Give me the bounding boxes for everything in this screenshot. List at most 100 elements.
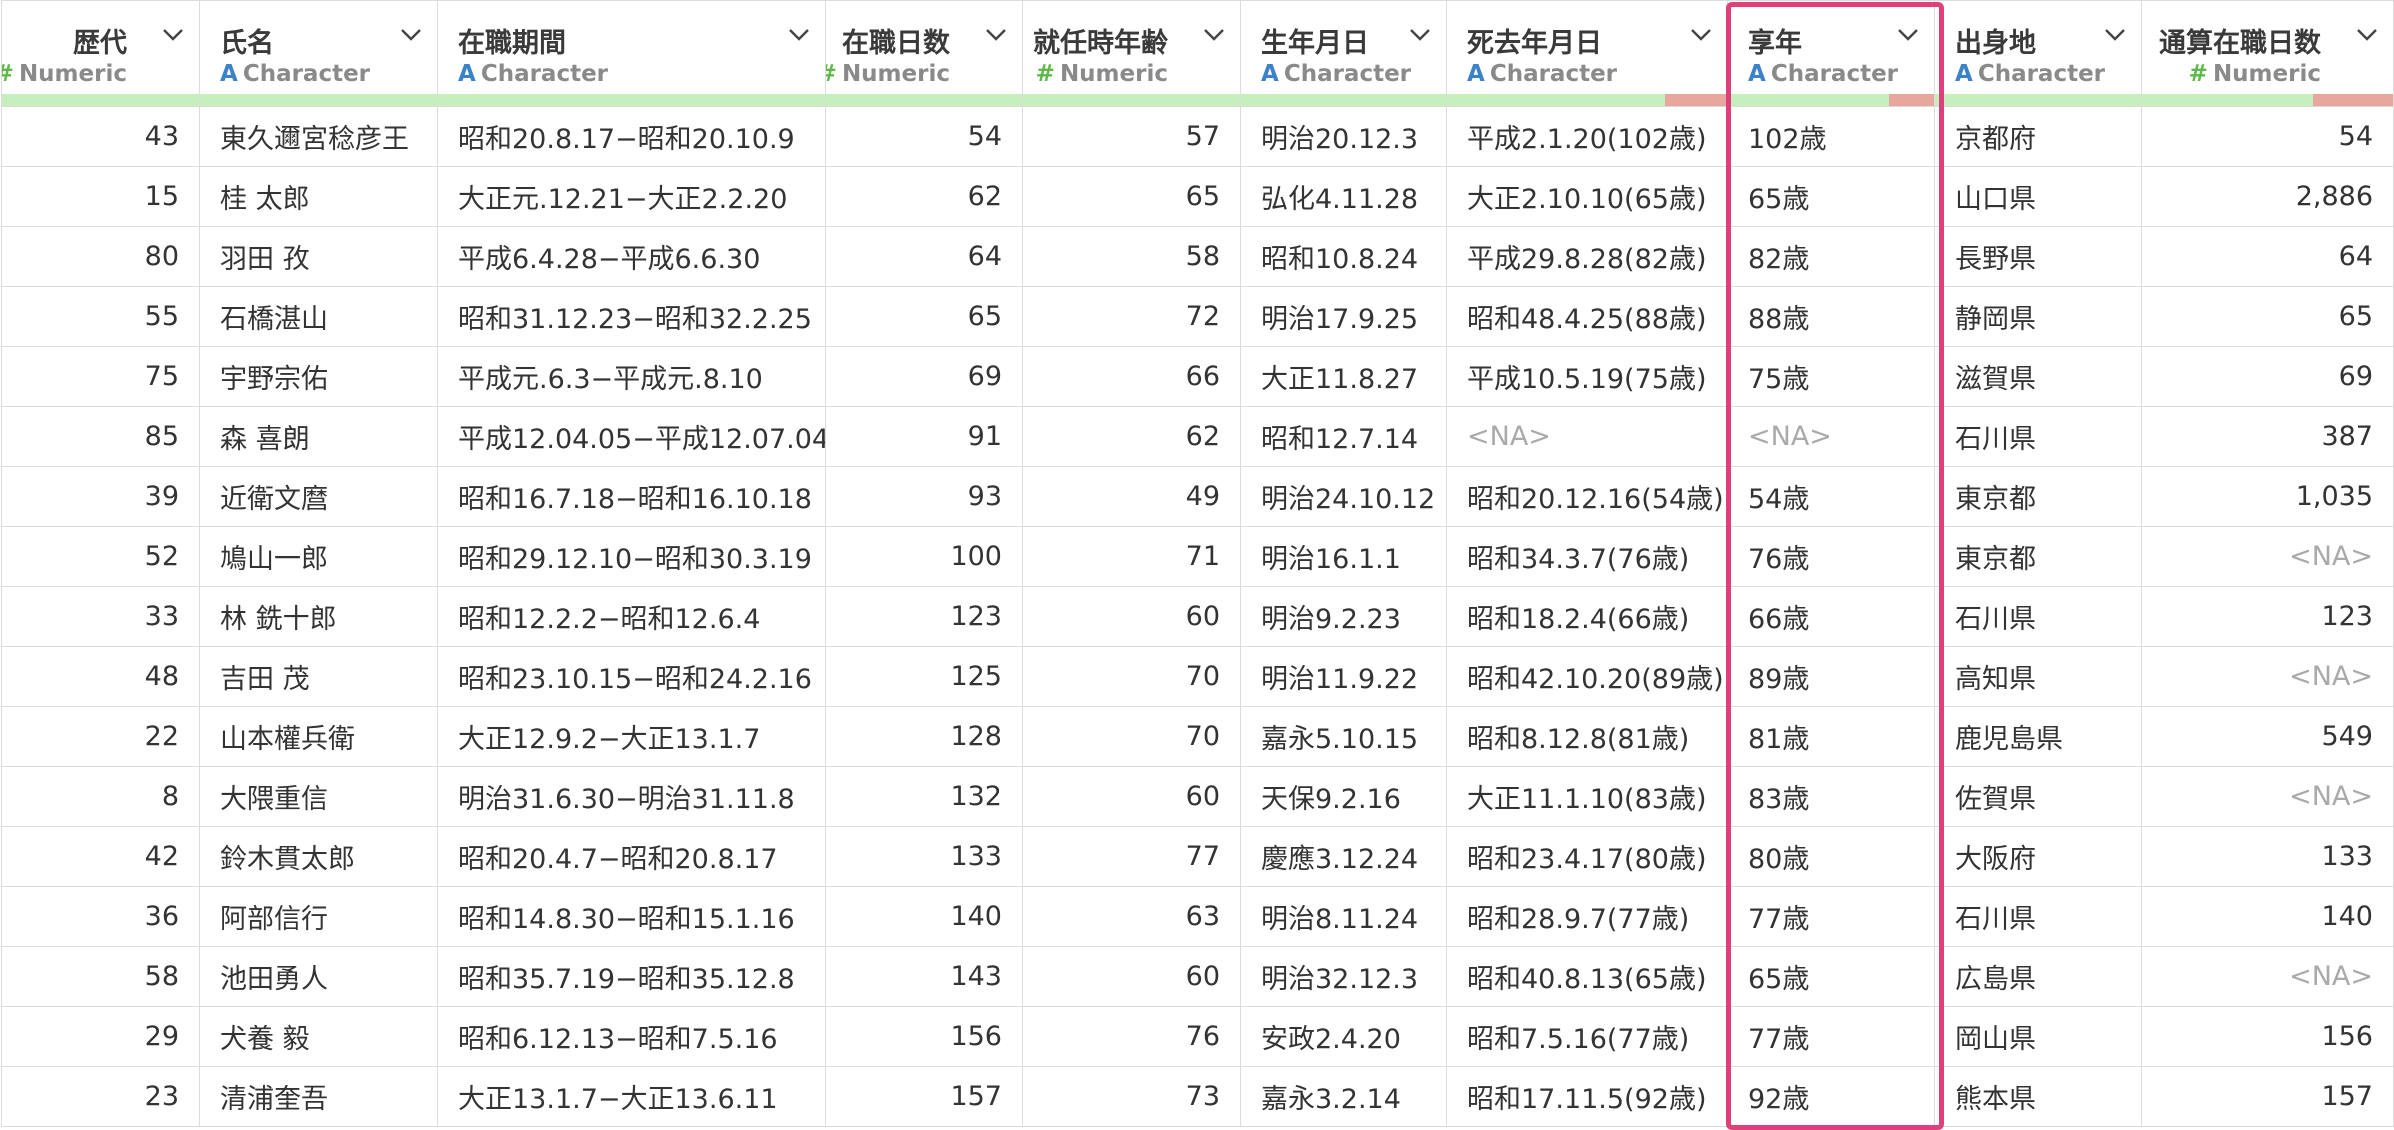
table-row[interactable]: 42 鈴木貫太郎 昭和20.4.7−昭和20.8.17 133 77 慶應3.12.24 昭… <box>1 826 2394 887</box>
table-row[interactable]: 85 森 喜朗 平成12.04.05−平成12.07.04 91 62 昭和12.7.14… <box>1 406 2394 467</box>
cell-zaishoku-nissu[interactable]: 91 <box>825 406 1023 467</box>
cell-seinengappi[interactable]: 慶應3.12.24 <box>1240 826 1447 887</box>
cell-shuunin-nenrei[interactable]: 62 <box>1022 406 1241 467</box>
cell-zaishoku-nissu[interactable]: 93 <box>825 466 1023 527</box>
cell-shuunin-nenrei[interactable]: 70 <box>1022 706 1241 767</box>
cell-shikyo-nengappi[interactable]: 昭和48.4.25(88歳) <box>1446 286 1728 347</box>
cell-kyounen[interactable]: 83歳 <box>1727 766 1935 827</box>
cell-rekidai[interactable]: 29 <box>1 1006 200 1067</box>
column-header-shuunin-nenrei[interactable]: 就任時年齢 # Numeric <box>1022 0 1241 107</box>
cell-shuunin-nenrei[interactable]: 49 <box>1022 466 1241 527</box>
chevron-down-icon[interactable] <box>1408 25 1432 45</box>
cell-shuunin-nenrei[interactable]: 60 <box>1022 766 1241 827</box>
cell-seinengappi[interactable]: 明治32.12.3 <box>1240 946 1447 1007</box>
cell-seinengappi[interactable]: 大正11.8.27 <box>1240 346 1447 407</box>
cell-rekidai[interactable]: 42 <box>1 826 200 887</box>
cell-rekidai[interactable]: 43 <box>1 106 200 167</box>
column-header-rekidai[interactable]: 歴代#Numeric <box>1 0 200 107</box>
cell-zaishoku-kikan[interactable]: 昭和16.7.18−昭和16.10.18 <box>437 466 826 527</box>
cell-zaishoku-nissu[interactable]: 64 <box>825 226 1023 287</box>
chevron-down-icon[interactable] <box>1896 25 1920 45</box>
cell-shuunin-nenrei[interactable]: 71 <box>1022 526 1241 587</box>
cell-shikyo-nengappi[interactable]: 大正2.10.10(65歳) <box>1446 166 1728 227</box>
chevron-down-icon[interactable] <box>399 25 423 45</box>
cell-rekidai[interactable]: 33 <box>1 586 200 647</box>
chevron-down-icon[interactable] <box>984 25 1008 45</box>
cell-shikyo-nengappi[interactable]: 平成29.8.28(82歳) <box>1446 226 1728 287</box>
chevron-down-icon[interactable] <box>787 25 811 45</box>
table-row[interactable]: 58 池田勇人 昭和35.7.19−昭和35.12.8 143 60 明治32.12.3 昭… <box>1 946 2394 1007</box>
cell-rekidai[interactable]: 55 <box>1 286 200 347</box>
cell-tsuusan-nissu[interactable]: <NA> <box>2141 766 2394 827</box>
cell-shimei[interactable]: 東久邇宮稔彦王 <box>199 106 438 167</box>
cell-shuunin-nenrei[interactable]: 58 <box>1022 226 1241 287</box>
cell-kyounen[interactable]: 89歳 <box>1727 646 1935 707</box>
cell-seinengappi[interactable]: 明治20.12.3 <box>1240 106 1447 167</box>
cell-rekidai[interactable]: 15 <box>1 166 200 227</box>
cell-shimei[interactable]: 森 喜朗 <box>199 406 438 467</box>
cell-shikyo-nengappi[interactable]: 昭和17.11.5(92歳) <box>1446 1066 1728 1127</box>
cell-tsuusan-nissu[interactable]: 140 <box>2141 886 2394 947</box>
cell-shimei[interactable]: 大隈重信 <box>199 766 438 827</box>
cell-kyounen[interactable]: 66歳 <box>1727 586 1935 647</box>
cell-zaishoku-nissu[interactable]: 125 <box>825 646 1023 707</box>
cell-rekidai[interactable]: 36 <box>1 886 200 947</box>
cell-shikyo-nengappi[interactable]: <NA> <box>1446 406 1728 467</box>
cell-zaishoku-nissu[interactable]: 133 <box>825 826 1023 887</box>
cell-shusshinchi[interactable]: 大阪府 <box>1934 826 2142 887</box>
cell-zaishoku-kikan[interactable]: 平成元.6.3−平成元.8.10 <box>437 346 826 407</box>
table-row[interactable]: 75 宇野宗佑 平成元.6.3−平成元.8.10 69 66 大正11.8.27 平成10.… <box>1 346 2394 407</box>
cell-zaishoku-nissu[interactable]: 132 <box>825 766 1023 827</box>
cell-tsuusan-nissu[interactable]: 123 <box>2141 586 2394 647</box>
table-row[interactable]: 36 阿部信行 昭和14.8.30−昭和15.1.16 140 63 明治8.11.24 昭… <box>1 886 2394 947</box>
cell-tsuusan-nissu[interactable]: 1,035 <box>2141 466 2394 527</box>
cell-zaishoku-kikan[interactable]: 昭和12.2.2−昭和12.6.4 <box>437 586 826 647</box>
cell-shuunin-nenrei[interactable]: 66 <box>1022 346 1241 407</box>
cell-shuunin-nenrei[interactable]: 77 <box>1022 826 1241 887</box>
cell-tsuusan-nissu[interactable]: <NA> <box>2141 646 2394 707</box>
cell-shusshinchi[interactable]: 東京都 <box>1934 466 2142 527</box>
chevron-down-icon[interactable] <box>1202 25 1226 45</box>
cell-zaishoku-kikan[interactable]: 平成6.4.28−平成6.6.30 <box>437 226 826 287</box>
cell-seinengappi[interactable]: 昭和10.8.24 <box>1240 226 1447 287</box>
cell-zaishoku-nissu[interactable]: 143 <box>825 946 1023 1007</box>
cell-shimei[interactable]: 石橋湛山 <box>199 286 438 347</box>
cell-shuunin-nenrei[interactable]: 65 <box>1022 166 1241 227</box>
column-header-zaishoku-nissu[interactable]: 在職日数#Numeric <box>825 0 1023 107</box>
cell-seinengappi[interactable]: 明治8.11.24 <box>1240 886 1447 947</box>
cell-rekidai[interactable]: 8 <box>1 766 200 827</box>
table-row[interactable]: 8 大隈重信 明治31.6.30−明治31.11.8 132 60 天保9.2.16 大正1… <box>1 766 2394 827</box>
cell-zaishoku-kikan[interactable]: 大正12.9.2−大正13.1.7 <box>437 706 826 767</box>
table-row[interactable]: 80 羽田 孜平成6.4.28−平成6.6.30 64 58 昭和10.8.24 平成29… <box>1 226 2394 287</box>
cell-kyounen[interactable]: 92歳 <box>1727 1066 1935 1127</box>
cell-rekidai[interactable]: 23 <box>1 1066 200 1127</box>
cell-zaishoku-nissu[interactable]: 123 <box>825 586 1023 647</box>
cell-seinengappi[interactable]: 嘉永5.10.15 <box>1240 706 1447 767</box>
cell-kyounen[interactable]: 77歳 <box>1727 1006 1935 1067</box>
cell-shikyo-nengappi[interactable]: 昭和42.10.20(89歳) <box>1446 646 1728 707</box>
cell-shimei[interactable]: 近衛文麿 <box>199 466 438 527</box>
cell-shimei[interactable]: 吉田 茂 <box>199 646 438 707</box>
cell-zaishoku-kikan[interactable]: 大正13.1.7−大正13.6.11 <box>437 1066 826 1127</box>
cell-zaishoku-nissu[interactable]: 69 <box>825 346 1023 407</box>
cell-shusshinchi[interactable]: 長野県 <box>1934 226 2142 287</box>
table-row[interactable]: 43 東久邇宮稔彦王 昭和20.8.17−昭和20.10.9 54 57 明治20.12.… <box>1 106 2394 167</box>
cell-shusshinchi[interactable]: 石川県 <box>1934 886 2142 947</box>
column-header-shusshinchi[interactable]: 出身地 A Character <box>1934 0 2142 107</box>
cell-shimei[interactable]: 池田勇人 <box>199 946 438 1007</box>
cell-shimei[interactable]: 阿部信行 <box>199 886 438 947</box>
cell-kyounen[interactable]: 88歳 <box>1727 286 1935 347</box>
cell-shusshinchi[interactable]: 鹿児島県 <box>1934 706 2142 767</box>
cell-shusshinchi[interactable]: 石川県 <box>1934 406 2142 467</box>
cell-shikyo-nengappi[interactable]: 平成10.5.19(75歳) <box>1446 346 1728 407</box>
table-row[interactable]: 22 山本權兵衛 大正12.9.2−大正13.1.7 128 70 嘉永5.10.15 昭和… <box>1 706 2394 767</box>
cell-tsuusan-nissu[interactable]: 157 <box>2141 1066 2394 1127</box>
cell-rekidai[interactable]: 80 <box>1 226 200 287</box>
cell-zaishoku-kikan[interactable]: 昭和31.12.23−昭和32.2.25 <box>437 286 826 347</box>
cell-shusshinchi[interactable]: 滋賀県 <box>1934 346 2142 407</box>
cell-kyounen[interactable]: <NA> <box>1727 406 1935 467</box>
cell-shusshinchi[interactable]: 熊本県 <box>1934 1066 2142 1127</box>
table-row[interactable]: 52 鳩山一郎 昭和29.12.10−昭和30.3.19 100 71 明治16.1.1 昭… <box>1 526 2394 587</box>
cell-shikyo-nengappi[interactable]: 昭和34.3.7(76歳) <box>1446 526 1728 587</box>
cell-tsuusan-nissu[interactable]: 69 <box>2141 346 2394 407</box>
